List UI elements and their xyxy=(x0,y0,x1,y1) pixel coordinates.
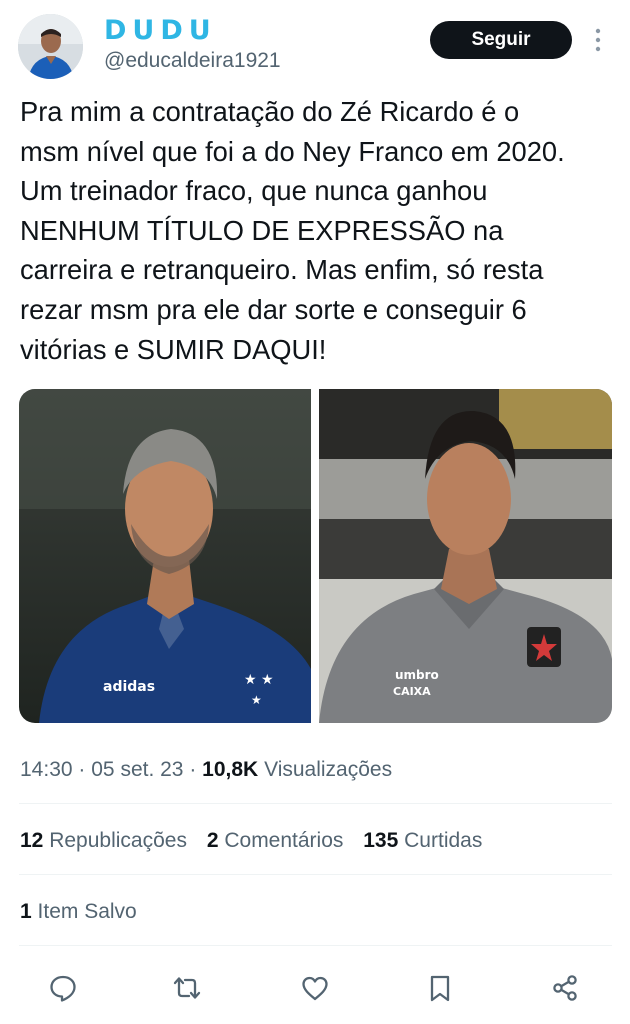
likes-count: 135 xyxy=(363,829,399,852)
reposts-stat[interactable]: 12 Republicações xyxy=(20,827,187,855)
more-options-icon[interactable] xyxy=(588,24,608,56)
bookmarks-label: Item Salvo xyxy=(37,900,137,923)
avatar[interactable] xyxy=(18,14,83,79)
comments-label: Comentários xyxy=(224,829,344,852)
user-handle[interactable]: @educaldeira1921 xyxy=(104,48,281,74)
comments-stat[interactable]: 2 Comentários xyxy=(207,827,344,855)
meta-separator: · xyxy=(189,758,197,781)
bookmarks-stat[interactable]: 1 Item Salvo xyxy=(20,898,137,926)
meta-separator: · xyxy=(78,758,86,781)
media-photo-left[interactable]: ★ ★ ★ adidas xyxy=(19,389,311,723)
svg-text:★: ★ xyxy=(251,693,262,707)
views-label: Visualizações xyxy=(264,758,393,781)
engagement-stats: 12 Republicações 2 Comentários 135 Curti… xyxy=(20,827,482,855)
divider xyxy=(19,803,612,804)
avatar-image xyxy=(18,14,83,79)
bookmark-icon[interactable] xyxy=(420,968,460,1008)
svg-text:umbro: umbro xyxy=(395,668,439,682)
tweet-date[interactable]: 05 set. 23 xyxy=(91,758,183,781)
tweet-time[interactable]: 14:30 xyxy=(20,758,73,781)
action-bar xyxy=(0,960,630,1016)
views-count: 10,8K xyxy=(202,758,259,781)
tweet-header: DUDU @educaldeira1921 Seguir xyxy=(0,0,630,86)
tweet-meta: 14:30 · 05 set. 23 · 10,8K Visualizações xyxy=(20,756,392,784)
likes-stat[interactable]: 135 Curtidas xyxy=(363,827,482,855)
like-icon[interactable] xyxy=(295,968,335,1008)
svg-text:CAIXA: CAIXA xyxy=(393,685,431,698)
reposts-label: Republicações xyxy=(49,829,187,852)
tweet-media[interactable]: ★ ★ ★ adidas umbro CAIXA xyxy=(19,389,612,723)
likes-label: Curtidas xyxy=(404,829,483,852)
comments-count: 2 xyxy=(206,829,219,852)
divider xyxy=(19,874,612,875)
reply-icon[interactable] xyxy=(43,968,83,1008)
svg-text:★ ★: ★ ★ xyxy=(244,672,274,688)
svg-text:adidas: adidas xyxy=(103,679,155,695)
media-photo-right[interactable]: umbro CAIXA xyxy=(319,389,612,723)
divider xyxy=(19,945,612,946)
bookmarks-count: 1 xyxy=(20,900,32,923)
follow-button[interactable]: Seguir xyxy=(430,21,572,59)
display-name[interactable]: DUDU xyxy=(104,14,217,48)
share-icon[interactable] xyxy=(545,968,585,1008)
reposts-count: 12 xyxy=(20,829,44,852)
tweet-text: Pra mim a contratação do Zé Ricardo é o … xyxy=(20,96,565,365)
repost-icon[interactable] xyxy=(167,968,207,1008)
